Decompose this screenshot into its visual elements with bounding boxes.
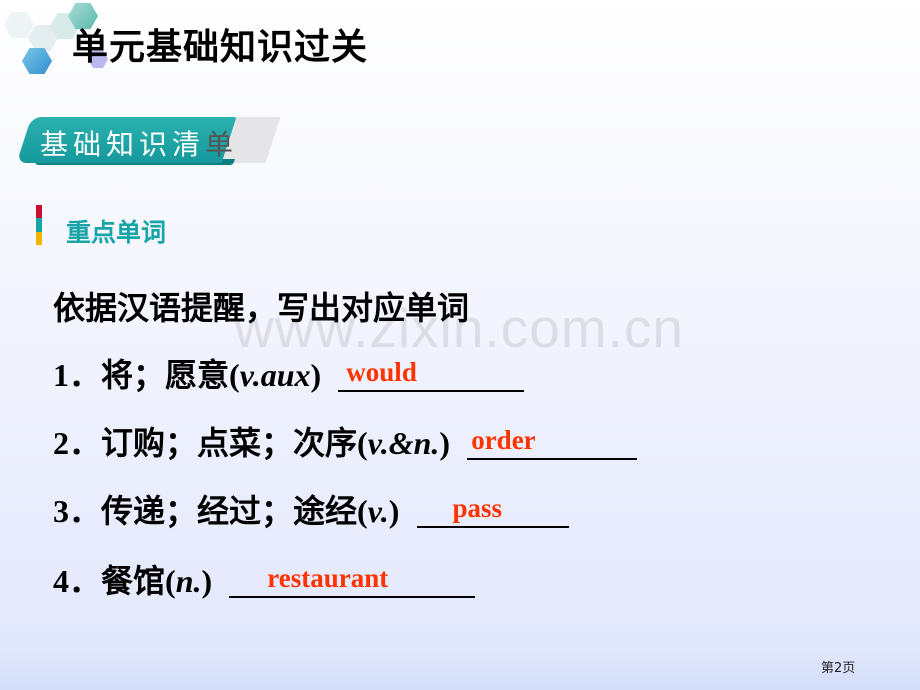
item-pos: (v.&n.): [357, 425, 451, 461]
answer-blank[interactable]: would: [338, 356, 525, 392]
item-chinese: 餐馆: [101, 562, 166, 600]
item-number: 2．: [53, 425, 102, 461]
instruction: 依据汉语提醒，写出对应单词: [53, 289, 470, 327]
hexagon-icon: [22, 48, 52, 74]
answer-blank[interactable]: pass: [416, 492, 569, 528]
item-number: 4．: [53, 563, 102, 599]
answer-text: order: [471, 425, 536, 455]
vocab-item: 1．将；愿意(v.aux) would: [53, 350, 525, 396]
answer-text: pass: [452, 493, 503, 523]
banner-text-last: 单: [205, 128, 239, 161]
answer-text: would: [346, 357, 417, 387]
page-number: 第2页: [821, 661, 856, 676]
item-chinese: 将；愿意: [101, 356, 230, 394]
vocab-item: 2．订购；点菜；次序(v.&n.) order: [53, 418, 638, 464]
item-chinese: 订购；点菜；次序: [101, 424, 358, 462]
answer-text: restaurant: [267, 563, 389, 593]
item-pos: (v.aux): [229, 357, 322, 393]
hexagon-icon: [4, 12, 34, 38]
vocab-item: 4．餐馆(n.) restaurant: [53, 556, 476, 602]
banner-text-main: 基础知识清: [40, 128, 206, 161]
section-bar-red: [36, 205, 42, 218]
section-banner: 基础知识清单: [14, 115, 284, 173]
item-number: 1．: [53, 357, 102, 393]
item-pos: (v.): [357, 493, 400, 529]
answer-blank[interactable]: restaurant: [229, 562, 476, 598]
section-heading: 重点单词: [66, 218, 167, 247]
page-title: 单元基础知识过关: [72, 27, 369, 68]
banner-text: 基础知识清单: [40, 123, 238, 163]
item-number: 3．: [53, 493, 102, 529]
vocab-item: 3．传递；经过；途经(v.) pass: [53, 486, 569, 532]
section-bar-yellow: [36, 232, 42, 245]
answer-blank[interactable]: order: [467, 424, 638, 460]
item-chinese: 传递；经过；途经: [101, 492, 358, 530]
item-pos: (n.): [165, 563, 213, 599]
section-bar-teal: [36, 218, 42, 232]
